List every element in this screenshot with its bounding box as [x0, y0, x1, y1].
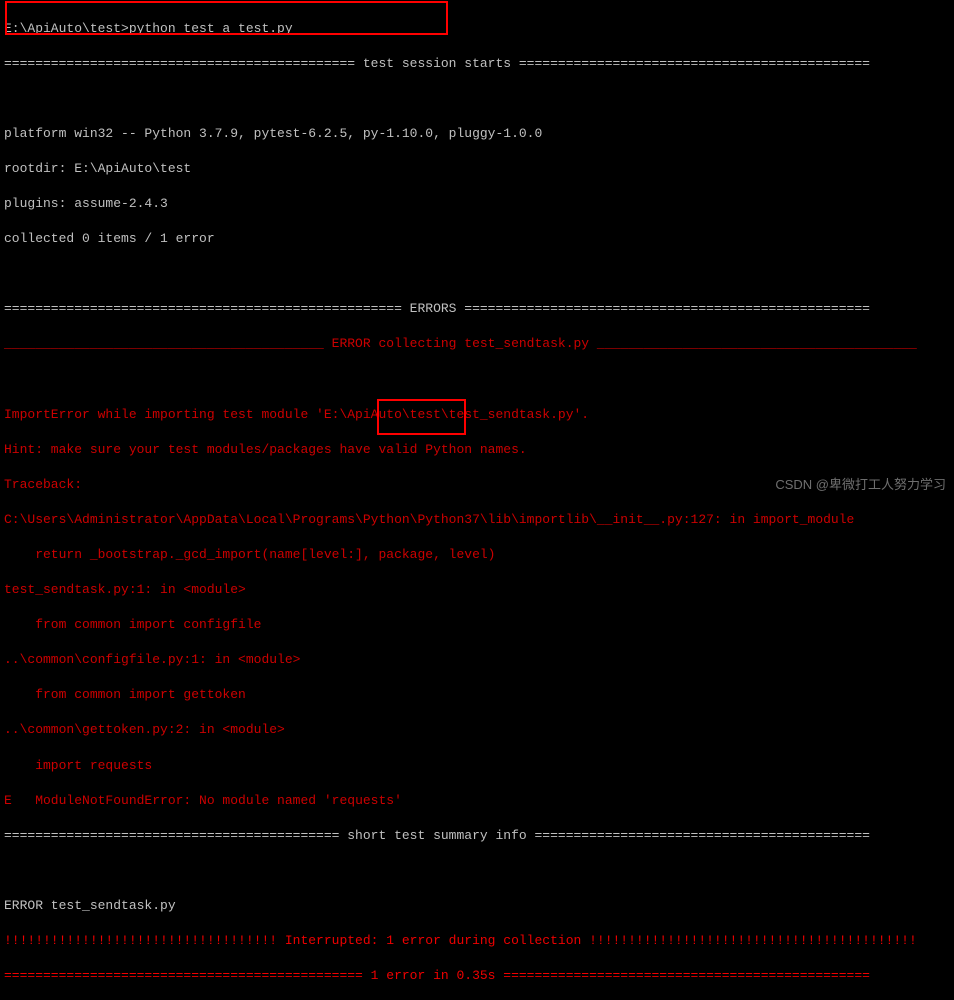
session-header: ========================================…: [4, 55, 950, 73]
command-prompt: E:\ApiAuto\test>python test_a_test.py: [4, 20, 950, 38]
plugins-line: plugins: assume-2.4.3: [4, 195, 950, 213]
tb-frame-4: ..\common\gettoken.py:2: in <module>: [4, 721, 950, 739]
tb-frame-2: test_sendtask.py:1: in <module>: [4, 581, 950, 599]
csdn-watermark: CSDN @卑微打工人努力学习: [775, 476, 946, 494]
import-error-line: ImportError while importing test module …: [4, 406, 950, 424]
error-collecting-header: ________________________________________…: [4, 335, 950, 353]
error-summary-line: ERROR test_sendtask.py: [4, 897, 950, 915]
tb-code-3: from common import gettoken: [4, 686, 950, 704]
tb-code-2: from common import configfile: [4, 616, 950, 634]
hint-line: Hint: make sure your test modules/packag…: [4, 441, 950, 459]
platform-line: platform win32 -- Python 3.7.9, pytest-6…: [4, 125, 950, 143]
tb-code-4: import requests: [4, 757, 950, 775]
final-result-line: ========================================…: [4, 967, 950, 985]
rootdir-line: rootdir: E:\ApiAuto\test: [4, 160, 950, 178]
tb-frame-3: ..\common\configfile.py:1: in <module>: [4, 651, 950, 669]
terminal-output: E:\ApiAuto\test>python test_a_test.py ==…: [0, 0, 954, 1000]
module-not-found-line: E ModuleNotFoundError: No module named '…: [4, 792, 950, 810]
short-summary-divider: ========================================…: [4, 827, 950, 845]
tb-code-1: return _bootstrap._gcd_import(name[level…: [4, 546, 950, 564]
tb-frame-1: C:\Users\Administrator\AppData\Local\Pro…: [4, 511, 950, 529]
interrupted-line: !!!!!!!!!!!!!!!!!!!!!!!!!!!!!!!!!!! Inte…: [4, 932, 950, 950]
collected-line: collected 0 items / 1 error: [4, 230, 950, 248]
errors-divider: ========================================…: [4, 300, 950, 318]
